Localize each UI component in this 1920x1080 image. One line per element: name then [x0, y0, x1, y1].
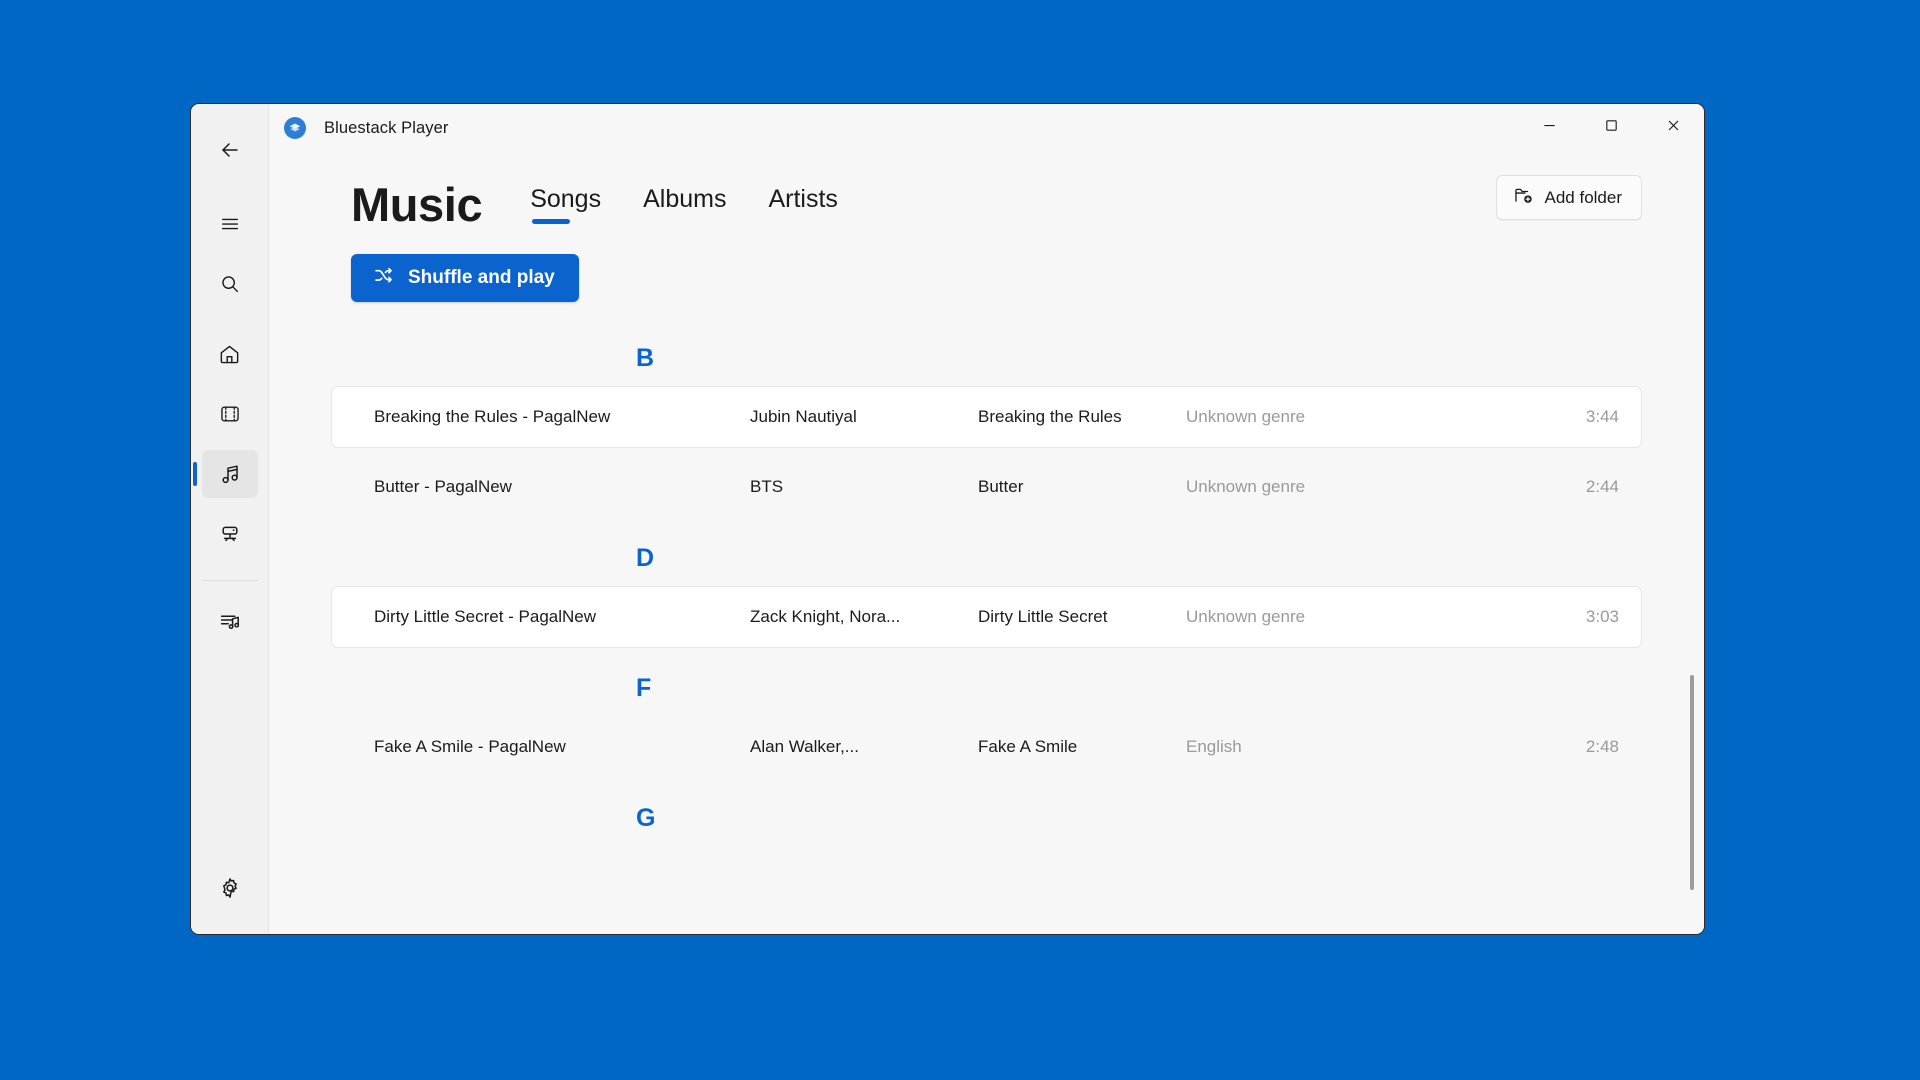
- song-list-region: B Breaking the Rules - PagalNew Jubin Na…: [269, 302, 1704, 934]
- song-artist: Zack Knight, Nora...: [750, 607, 978, 627]
- song-genre: Unknown genre: [1186, 407, 1557, 427]
- song-genre: Unknown genre: [1186, 477, 1557, 497]
- cast-device-icon: [218, 522, 242, 546]
- main-content: Bluestack Player: [269, 104, 1704, 934]
- group-letter: F: [331, 674, 1642, 702]
- page-header: Music Songs Albums Artists Add folder: [269, 152, 1704, 230]
- group-letter: D: [331, 544, 1642, 572]
- song-album: Breaking the Rules: [978, 407, 1186, 427]
- shuffle-label: Shuffle and play: [408, 267, 555, 289]
- song-title: Butter - PagalNew: [374, 477, 750, 497]
- app-title: Bluestack Player: [324, 119, 449, 138]
- back-arrow-icon: [218, 138, 242, 162]
- table-row[interactable]: Butter - PagalNew BTS Butter Unknown gen…: [331, 456, 1642, 518]
- search-icon: [219, 273, 241, 295]
- close-icon: [1666, 118, 1681, 138]
- bluestack-logo-icon: [284, 117, 306, 139]
- song-title: Breaking the Rules - PagalNew: [374, 407, 750, 427]
- song-group-f: F Fake A Smile - PagalNew Alan Walker,..…: [331, 674, 1642, 778]
- sidebar-item-music[interactable]: [202, 450, 258, 498]
- page-title: Music: [351, 180, 482, 230]
- song-group-g: G: [331, 804, 1642, 832]
- sidebar-item-home[interactable]: [202, 330, 258, 378]
- group-letter: G: [331, 804, 1642, 832]
- sidebar-item-menu[interactable]: [202, 200, 258, 248]
- song-album: Dirty Little Secret: [978, 607, 1186, 627]
- sidebar: [191, 104, 269, 934]
- add-folder-icon: [1513, 185, 1534, 211]
- song-duration: 3:03: [1557, 607, 1619, 627]
- add-folder-button[interactable]: Add folder: [1496, 175, 1643, 220]
- song-artist: Alan Walker,...: [750, 737, 978, 757]
- table-row[interactable]: Breaking the Rules - PagalNew Jubin Naut…: [331, 386, 1642, 448]
- song-duration: 3:44: [1557, 407, 1619, 427]
- sidebar-item-playlist[interactable]: [202, 597, 258, 645]
- sidebar-item-back[interactable]: [202, 126, 258, 174]
- hamburger-menu-icon: [219, 213, 241, 235]
- scrollbar[interactable]: [1687, 320, 1697, 920]
- tab-artists[interactable]: Artists: [768, 184, 837, 226]
- maximize-button[interactable]: [1580, 104, 1642, 152]
- song-album: Fake A Smile: [978, 737, 1186, 757]
- minimize-icon: [1542, 118, 1557, 138]
- shuffle-and-play-button[interactable]: Shuffle and play: [351, 254, 579, 302]
- song-group-d: D Dirty Little Secret - PagalNew Zack Kn…: [331, 544, 1642, 648]
- sidebar-item-search[interactable]: [202, 260, 258, 308]
- music-note-icon: [218, 462, 242, 486]
- home-icon: [218, 343, 241, 366]
- song-title: Fake A Smile - PagalNew: [374, 737, 750, 757]
- song-group-b: B Breaking the Rules - PagalNew Jubin Na…: [331, 344, 1642, 518]
- song-duration: 2:48: [1557, 737, 1619, 757]
- sidebar-item-settings[interactable]: [202, 864, 258, 912]
- maximize-icon: [1604, 118, 1619, 138]
- add-folder-label: Add folder: [1545, 188, 1623, 208]
- song-list: B Breaking the Rules - PagalNew Jubin Na…: [269, 344, 1704, 832]
- song-genre: Unknown genre: [1186, 607, 1557, 627]
- scrollbar-thumb[interactable]: [1690, 675, 1694, 890]
- tab-bar: Songs Albums Artists: [530, 184, 838, 230]
- sidebar-divider: [202, 580, 258, 581]
- table-row[interactable]: Fake A Smile - PagalNew Alan Walker,... …: [331, 716, 1642, 778]
- song-title: Dirty Little Secret - PagalNew: [374, 607, 750, 627]
- toolbar: Shuffle and play: [269, 230, 1704, 302]
- tab-albums[interactable]: Albums: [643, 184, 726, 226]
- song-album: Butter: [978, 477, 1186, 497]
- sidebar-item-cast[interactable]: [202, 510, 258, 558]
- song-duration: 2:44: [1557, 477, 1619, 497]
- song-genre: English: [1186, 737, 1557, 757]
- playlist-music-icon: [218, 609, 242, 633]
- group-letter: B: [331, 344, 1642, 372]
- minimize-button[interactable]: [1518, 104, 1580, 152]
- app-window: Bluestack Player: [190, 103, 1705, 935]
- film-strip-icon: [219, 403, 241, 425]
- tab-songs[interactable]: Songs: [530, 184, 601, 226]
- title-bar: Bluestack Player: [269, 104, 1704, 152]
- song-artist: Jubin Nautiyal: [750, 407, 978, 427]
- table-row[interactable]: Dirty Little Secret - PagalNew Zack Knig…: [331, 586, 1642, 648]
- sidebar-item-video[interactable]: [202, 390, 258, 438]
- window-controls: [1518, 104, 1704, 152]
- shuffle-icon: [373, 265, 394, 292]
- close-button[interactable]: [1642, 104, 1704, 152]
- song-artist: BTS: [750, 477, 978, 497]
- gear-icon: [218, 876, 242, 900]
